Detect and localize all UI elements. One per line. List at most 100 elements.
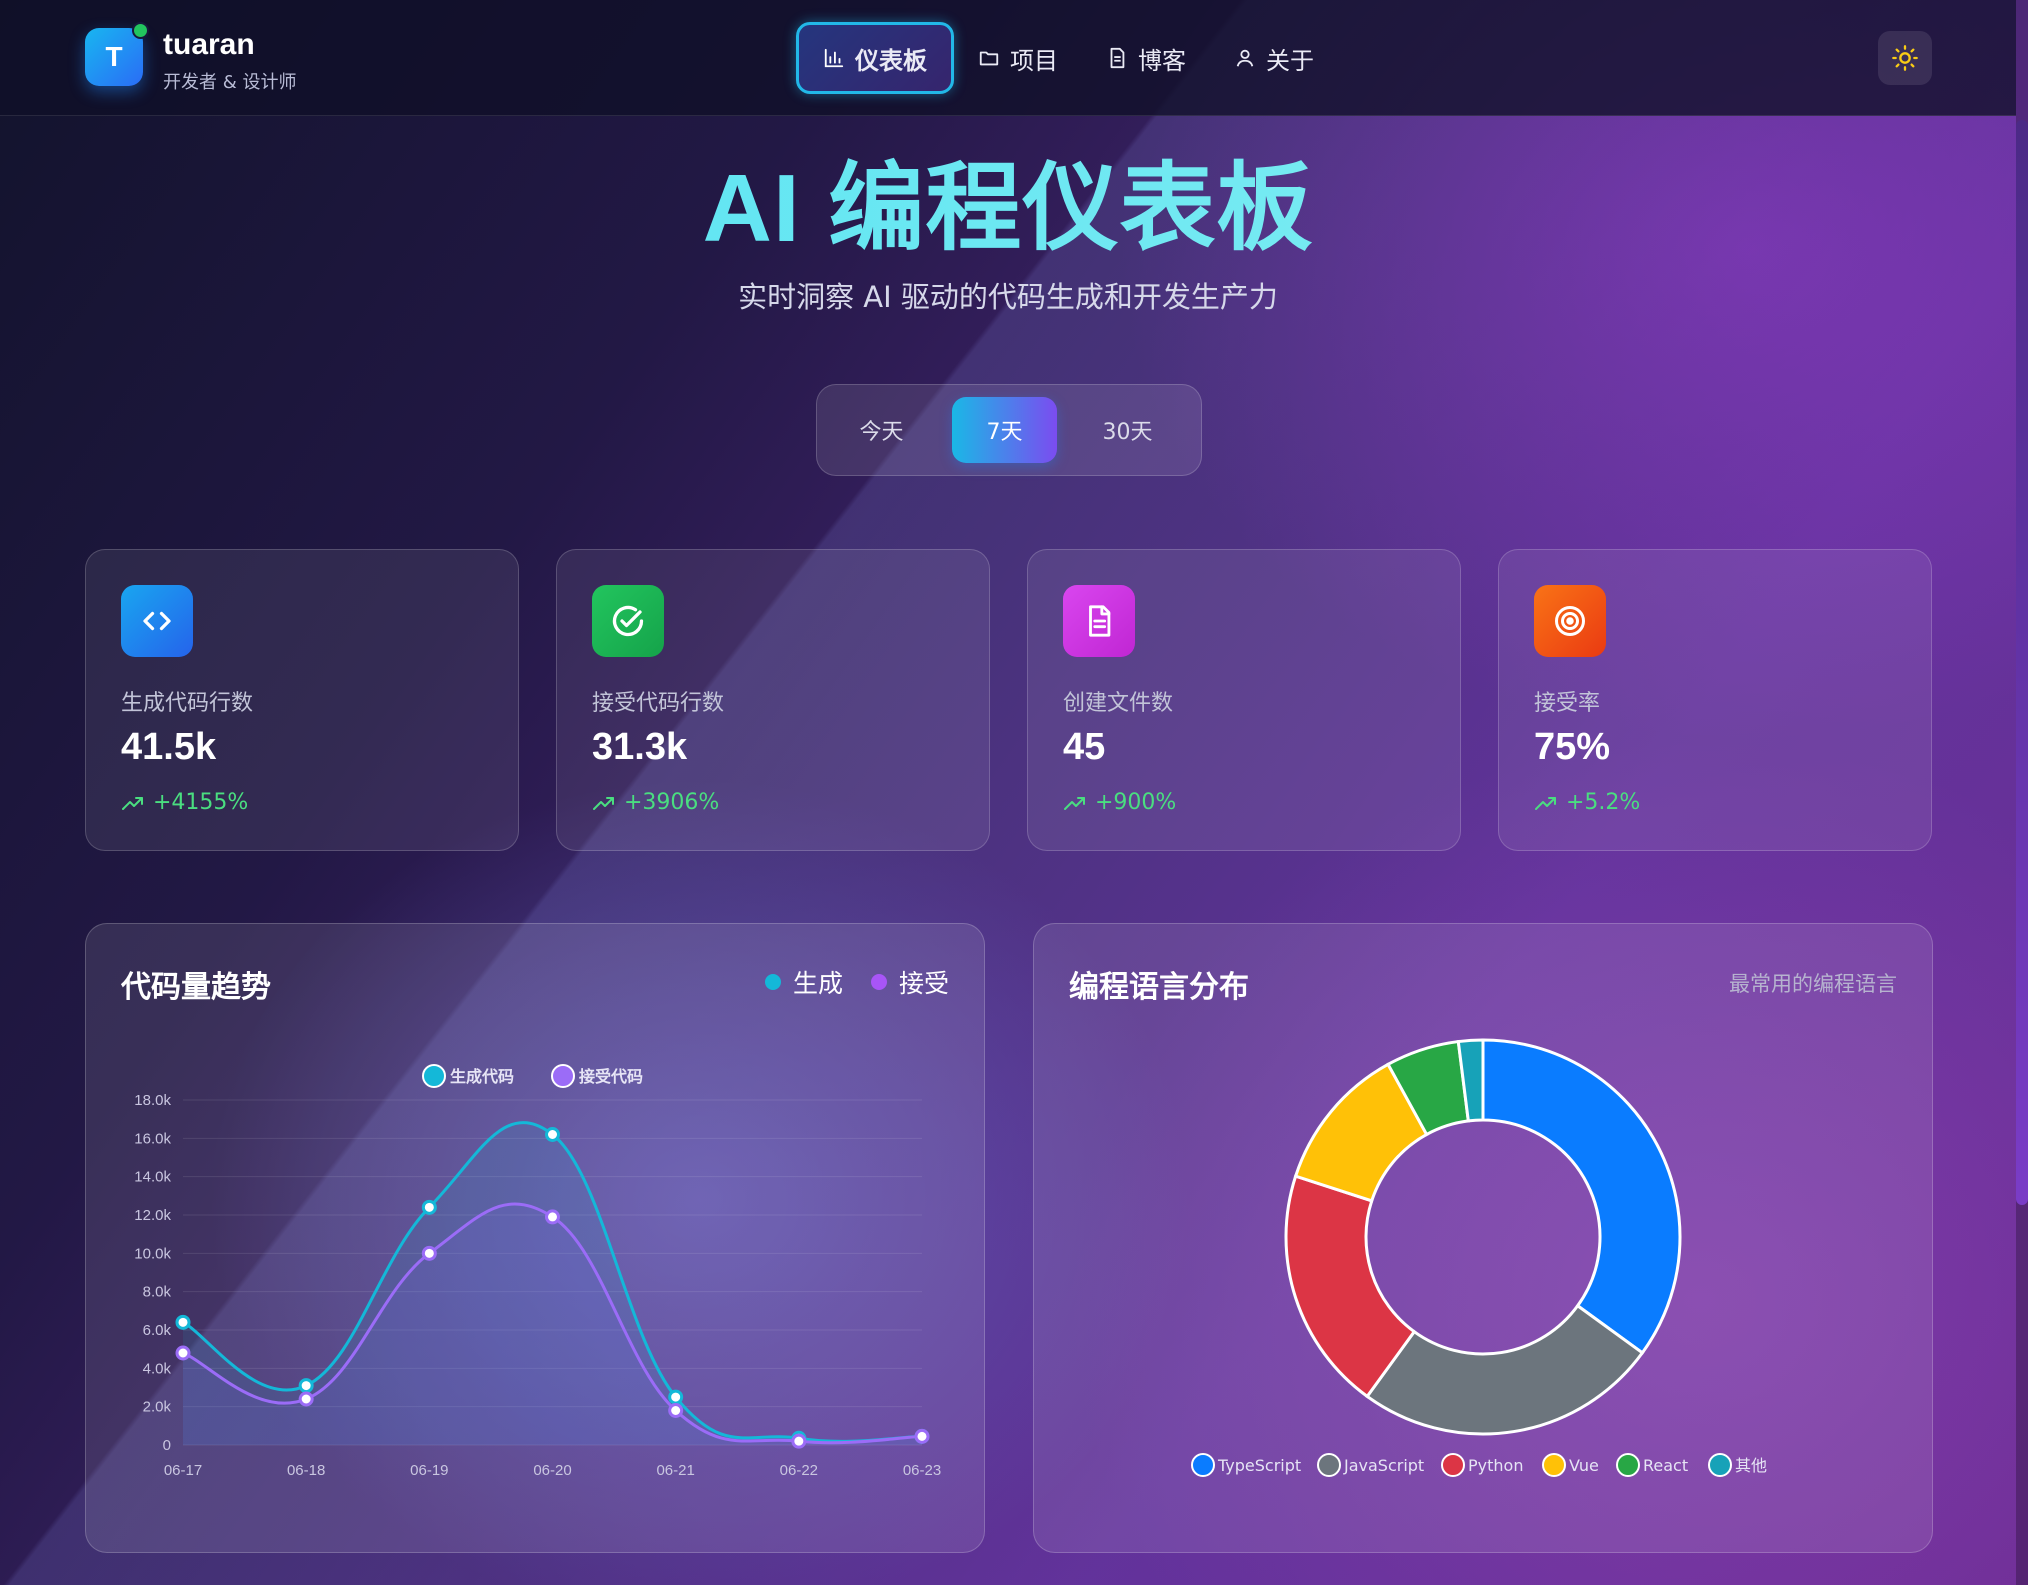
code-trend-panel: 代码量趋势 生成 接受 0 2.0k 4.0k 6.0k 8.0k 10.0k 12.0k 1… [85,923,985,1553]
stat-card-accept-rate: 接受率 75% +5.2% [1498,549,1932,851]
donut-legend-marker[interactable] [1191,1453,1215,1477]
donut-legend-label: 其他 [1735,1456,1767,1475]
chart-legend-marker[interactable] [551,1064,575,1088]
file-icon [1089,605,1111,637]
donut-legend-marker[interactable] [1317,1453,1341,1477]
page-scrollbar[interactable] [2016,0,2028,1585]
x-tick-label: 06-19 [410,1462,448,1479]
stat-change: +4155% [121,790,248,815]
nav-item-label: 项目 [1010,46,1058,75]
x-tick-label: 06-22 [780,1462,818,1479]
data-point[interactable] [545,1209,560,1225]
donut-legend-label: JavaScript [1343,1456,1424,1475]
data-point[interactable] [914,1428,930,1444]
nav-item-dashboard[interactable]: 仪表板 [796,22,954,94]
language-distribution-panel: 编程语言分布 最常用的编程语言 TypeScript JavaScript Pyth… [1033,923,1933,1553]
stat-icon-box [1534,585,1606,657]
donut-legend-label: Vue [1569,1456,1599,1475]
y-tick-label: 4.0k [143,1360,172,1377]
check-circle-icon [612,605,644,637]
sun-icon [1892,45,1918,71]
folder-icon [979,51,999,66]
brand-name[interactable]: tuaran [163,28,255,62]
trending-up-icon [122,796,143,810]
user-icon [1236,49,1254,67]
donut-legend-marker[interactable] [1616,1453,1640,1477]
stat-change-value: +3906% [624,790,720,815]
code-icon [143,611,171,631]
stat-card-accepted-lines: 接受代码行数 31.3k +3906% [556,549,990,851]
range-tab-today[interactable]: 今天 [829,397,934,463]
y-tick-label: 0 [163,1437,171,1454]
x-tick-label: 06-17 [164,1462,202,1479]
donut-legend-label: React [1643,1456,1688,1475]
y-tick-label: 8.0k [143,1284,172,1301]
donut-legend-marker[interactable] [1708,1453,1732,1477]
nav-item-projects[interactable]: 项目 [954,22,1082,94]
brand-logo-letter: T [105,41,123,72]
nav-item-blog[interactable]: 博客 [1082,22,1210,94]
stat-value: 41.5k [121,726,217,768]
stat-change-value: +900% [1095,790,1177,815]
data-point[interactable] [791,1433,807,1449]
donut-legend-marker[interactable] [1542,1453,1566,1477]
data-point[interactable] [175,1345,191,1361]
data-point[interactable] [545,1127,560,1142]
theme-toggle-button[interactable] [1878,31,1932,85]
x-tick-label: 06-20 [533,1462,571,1479]
stat-label: 接受率 [1534,691,1601,716]
donut-legend-marker[interactable] [1441,1453,1465,1477]
chart-legend-marker[interactable] [422,1064,446,1088]
donut-chart: TypeScript JavaScript Python Vue React 其他 [1191,1038,1767,1477]
scrollbar-thumb[interactable] [2016,120,2028,1205]
page-title: AI 编程仪表板 [0,130,2016,269]
x-tick-label: 06-18 [287,1462,325,1479]
stat-change-value: +5.2% [1566,790,1641,815]
stat-label: 接受代码行数 [592,691,725,716]
data-point[interactable] [298,1378,314,1394]
donut-slice[interactable] [1481,1038,1682,1355]
x-tick-label: 06-23 [903,1462,941,1479]
data-point[interactable] [421,1245,437,1261]
range-tab-7days[interactable]: 7天 [952,397,1057,463]
data-point[interactable] [668,1389,684,1405]
stat-card-created-files: 创建文件数 45 +900% [1027,549,1461,851]
page-subtitle: 实时洞察 AI 驱动的代码生成和开发生产力 [738,280,1278,314]
stat-change-value: +4155% [153,790,249,815]
y-tick-label: 12.0k [134,1207,171,1224]
stat-change: +5.2% [1534,790,1640,815]
stat-value: 75% [1534,726,1611,768]
chart-legend-label: 接受代码 [579,1067,643,1086]
y-tick-label: 14.0k [134,1169,171,1186]
nav-item-about[interactable]: 关于 [1210,22,1338,94]
nav-item-label: 关于 [1266,46,1314,75]
brand-subtitle: 开发者 & 设计师 [163,72,297,93]
stat-value: 45 [1063,726,1106,768]
stat-change: +3906% [592,790,719,815]
trending-up-icon [593,796,614,810]
nav-item-label: 博客 [1138,46,1186,75]
document-icon [1110,47,1125,69]
y-tick-label: 10.0k [134,1245,171,1262]
y-tick-label: 18.0k [134,1092,171,1109]
donut-slice[interactable] [1365,1303,1645,1436]
data-point[interactable] [668,1403,684,1418]
data-point[interactable] [298,1391,314,1407]
stat-icon-box [1063,585,1135,657]
time-range-selector: 今天 7天 30天 [816,384,1202,476]
stat-value: 31.3k [592,726,688,768]
stat-icon-box [121,585,193,657]
trending-up-icon [1535,796,1556,810]
series-area [183,1204,922,1445]
main-nav: 仪表板 项目 博客 关于 [796,22,1338,94]
data-point[interactable] [421,1199,437,1215]
trending-up-icon [1064,796,1085,810]
y-tick-label: 2.0k [143,1399,172,1416]
stat-label: 创建文件数 [1063,691,1174,716]
online-status-dot [132,22,149,39]
range-tab-30days[interactable]: 30天 [1075,397,1180,463]
y-tick-label: 16.0k [134,1130,171,1147]
data-point[interactable] [175,1314,191,1330]
chart-legend-label: 生成代码 [450,1067,514,1086]
x-tick-label: 06-21 [656,1462,694,1479]
